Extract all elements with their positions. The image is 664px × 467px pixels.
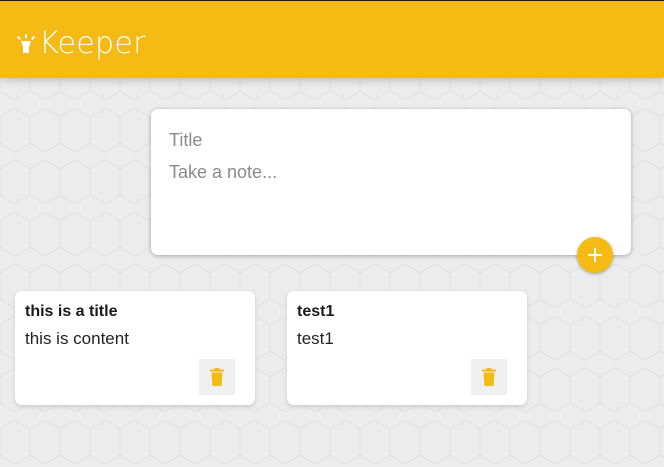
app-title: Keeper <box>39 26 146 61</box>
note-title: this is a title <box>25 303 118 320</box>
delete-note-button[interactable] <box>471 359 507 395</box>
note-title: test1 <box>297 303 335 320</box>
note-title-input[interactable] <box>169 129 609 151</box>
plus-icon <box>588 248 602 262</box>
note-card: this is a title this is content <box>15 291 255 405</box>
note-card: test1 test1 <box>287 291 527 405</box>
create-note-form <box>151 109 631 255</box>
app-header: Keeper <box>0 0 664 78</box>
add-note-button[interactable] <box>577 237 613 273</box>
lightbulb-icon <box>16 34 36 53</box>
logo: Keeper <box>16 26 146 62</box>
trash-icon <box>482 368 496 386</box>
note-content-input[interactable] <box>169 161 609 241</box>
note-content: this is content <box>25 329 129 348</box>
delete-note-button[interactable] <box>199 359 235 395</box>
note-content: test1 <box>297 329 334 348</box>
trash-icon <box>210 368 224 386</box>
